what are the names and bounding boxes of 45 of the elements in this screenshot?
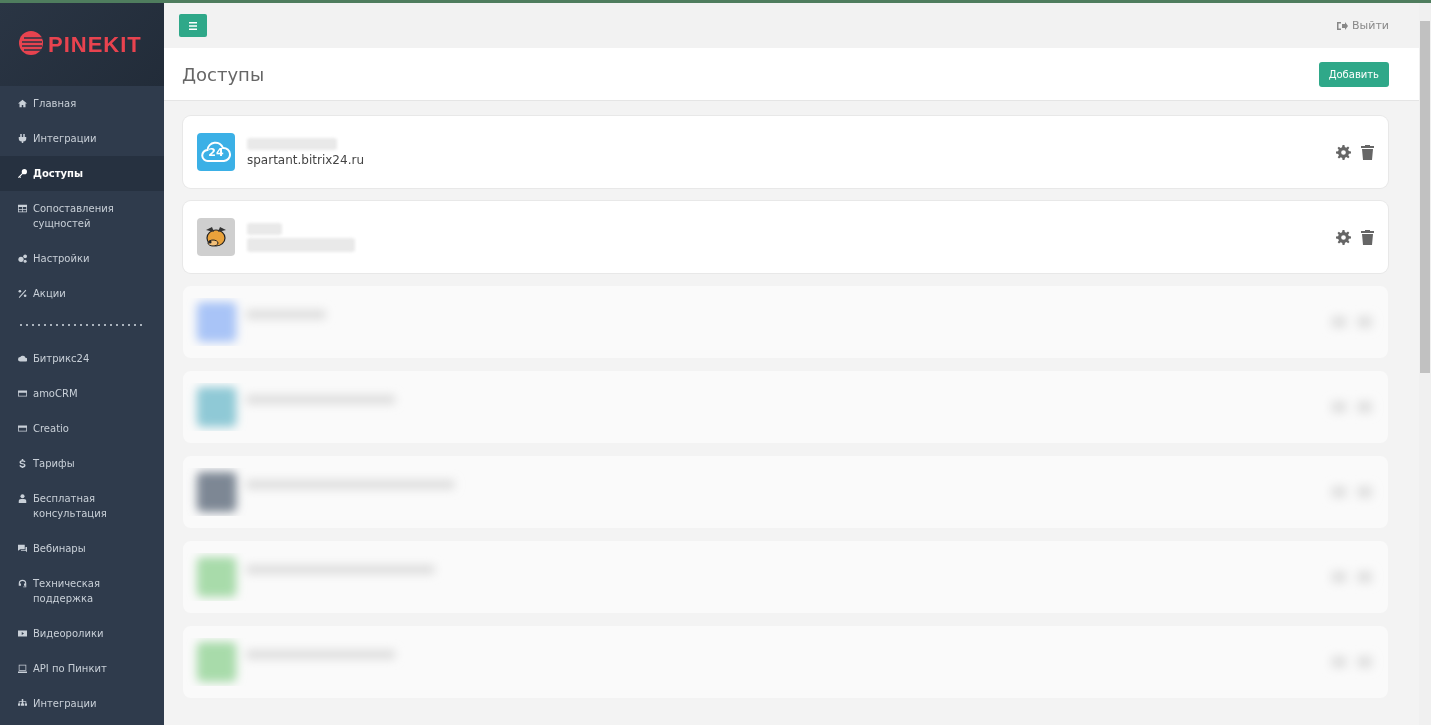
account-address: spartant.bitrix24.ru <box>247 152 365 167</box>
percent-icon <box>18 289 27 298</box>
settings-icon[interactable] <box>1336 144 1351 160</box>
sidebar-item[interactable]: Сопоставления сущностей <box>0 191 164 241</box>
gears-icon <box>18 254 27 263</box>
globe-icon <box>18 29 44 56</box>
person-icon <box>18 494 27 503</box>
card-icon <box>18 389 27 398</box>
page-title: Доступы <box>182 63 265 85</box>
menu-button[interactable] <box>179 14 207 37</box>
trash-icon[interactable] <box>1361 144 1374 160</box>
sidebar-item[interactable]: Creatio <box>0 411 164 446</box>
video-icon <box>18 629 27 638</box>
sidebar-item[interactable]: Главная <box>0 86 164 121</box>
logout-icon <box>1337 20 1349 31</box>
table-icon <box>18 204 27 213</box>
sidebar-item[interactable]: Техническая поддержка <box>0 566 164 616</box>
sidebar-item[interactable]: Видеоролики <box>0 616 164 651</box>
home-icon <box>18 99 27 108</box>
sidebar-item[interactable]: Настройки <box>0 241 164 276</box>
scrollbar-thumb[interactable] <box>1420 21 1430 373</box>
sidebar-item[interactable]: amoCRM <box>0 376 164 411</box>
sidebar-item[interactable]: Вебинары <box>0 531 164 566</box>
trash-icon[interactable] <box>1361 229 1374 245</box>
logo-text: PINEKIT <box>48 31 142 58</box>
card-icon <box>18 424 27 433</box>
sidebar-item[interactable]: API по Пинкит <box>0 651 164 686</box>
dollar-icon <box>18 459 27 468</box>
sidebar-item[interactable]: Интеграции <box>0 121 164 156</box>
key-icon <box>18 169 27 178</box>
chat-icon <box>18 544 27 553</box>
menu-icon <box>189 21 197 30</box>
sidebar-item[interactable]: Интеграции <box>0 686 164 721</box>
plug-icon <box>18 134 27 143</box>
cloud-icon <box>18 354 27 363</box>
sidebar-item[interactable]: Доступы <box>0 156 164 191</box>
sidebar-item[interactable]: Битрикс24 <box>0 341 164 376</box>
dog-logo-icon <box>197 218 235 256</box>
settings-icon[interactable] <box>1336 229 1351 245</box>
sitemap-icon <box>18 699 27 708</box>
sidebar-item[interactable]: Акции <box>0 276 164 311</box>
headset-icon <box>18 579 27 588</box>
sidebar-item[interactable]: Тарифы <box>0 446 164 481</box>
cloud-logo-icon: 24 <box>197 133 235 171</box>
sidebar-item[interactable]: Бесплатная консультация <box>0 481 164 531</box>
